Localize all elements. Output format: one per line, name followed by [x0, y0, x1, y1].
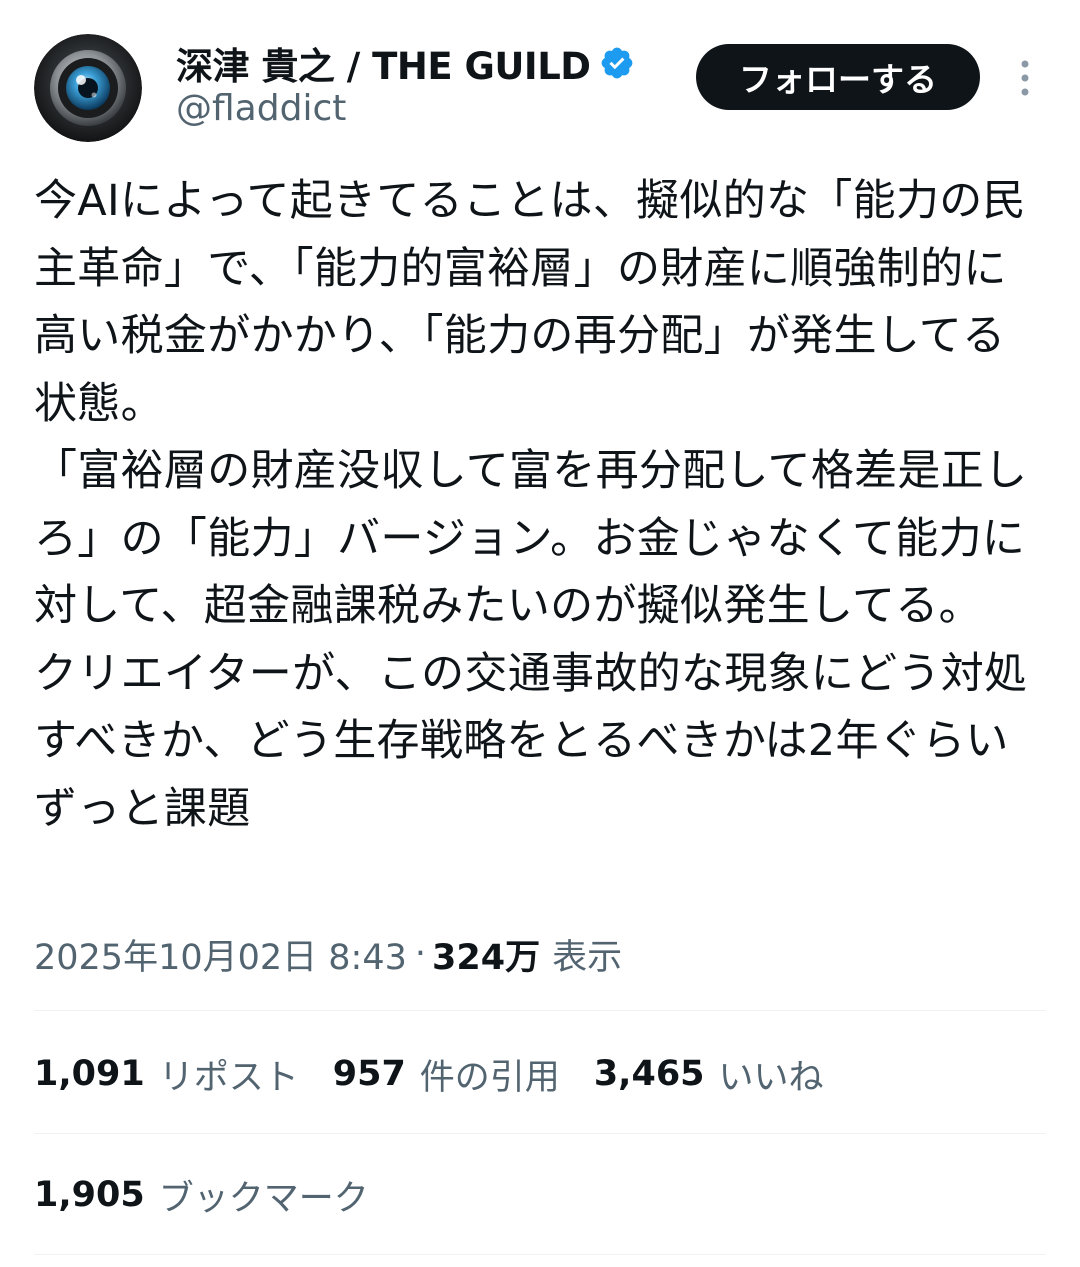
camera-lens-icon — [34, 34, 142, 142]
author-display-name[interactable]: 深津 貴之 / THE GUILD — [176, 36, 591, 90]
engagement-stats-row: 1,091 リポスト 957 件の引用 3,465 いいね — [34, 1044, 858, 1104]
divider — [34, 1010, 1046, 1011]
meta-separator: · — [414, 934, 427, 974]
views-label: 表示 — [552, 937, 623, 978]
tweet-meta: 2025年10月02日 8:43 · 324万 表示 — [34, 928, 622, 980]
follow-button[interactable]: フォローする — [696, 44, 980, 110]
views-count: 324万 — [432, 937, 541, 978]
repost-count: 1,091 — [34, 1054, 145, 1094]
verified-badge-icon — [599, 45, 635, 81]
tweet-text: 今AIによって起きてることは、擬似的な「能力の民主革命」で、「能力的富裕層」の財… — [34, 176, 1028, 834]
author-name-row: 深津 貴之 / THE GUILD — [176, 38, 635, 88]
bookmark-label: ブックマーク — [158, 1178, 369, 1219]
more-vertical-icon[interactable] — [1012, 58, 1038, 98]
bookmark-count: 1,905 — [34, 1175, 145, 1215]
bookmark-stats-row: 1,905 ブックマーク — [34, 1165, 403, 1225]
like-label: いいね — [718, 1057, 824, 1098]
divider — [34, 1254, 1046, 1255]
divider — [34, 1133, 1046, 1134]
tweet-header: 深津 貴之 / THE GUILD @fladdict フォローする — [0, 0, 1080, 150]
like-count: 3,465 — [593, 1054, 705, 1094]
bookmark-stat[interactable]: 1,905 ブックマーク — [34, 1170, 369, 1221]
quote-count: 957 — [332, 1054, 406, 1094]
repost-stat[interactable]: 1,091 リポスト — [34, 1049, 299, 1100]
quote-label: 件の引用 — [419, 1057, 560, 1098]
like-stat[interactable]: 3,465 いいね — [594, 1049, 824, 1100]
author-handle[interactable]: @fladdict — [176, 88, 346, 129]
quote-stat[interactable]: 957 件の引用 — [333, 1049, 560, 1100]
tweet-timestamp[interactable]: 2025年10月02日 8:43 — [34, 929, 407, 980]
author-avatar[interactable] — [34, 34, 142, 142]
repost-label: リポスト — [158, 1057, 299, 1098]
